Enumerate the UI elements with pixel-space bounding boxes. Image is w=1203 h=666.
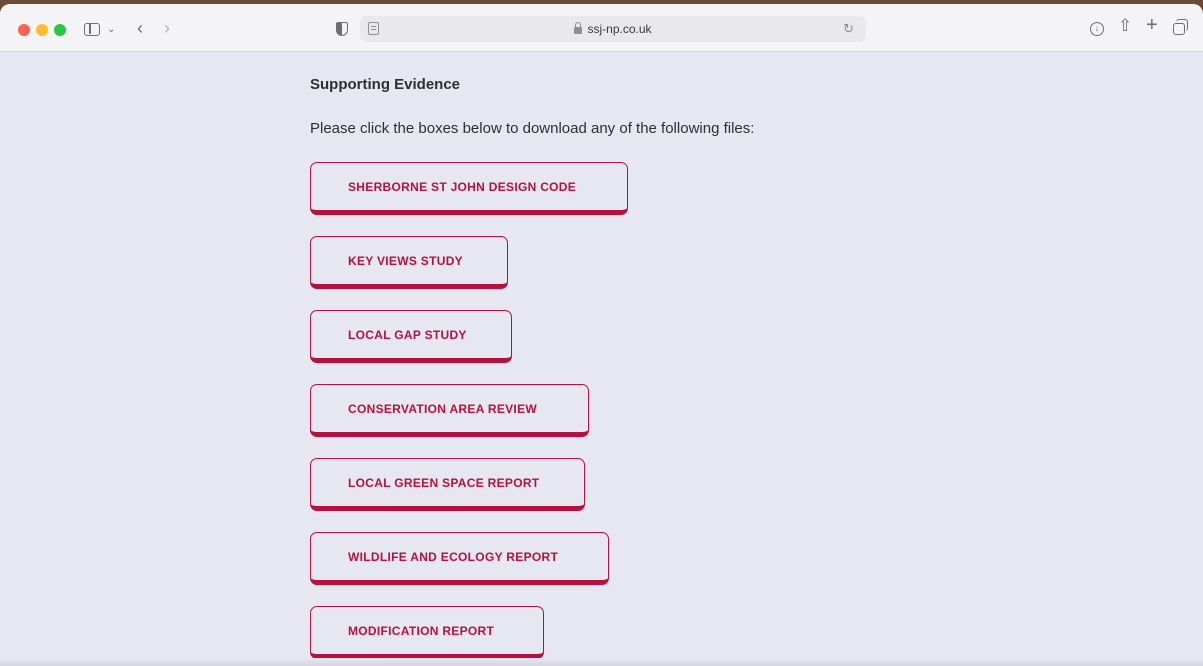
downloads-icon[interactable]: ↓ [1090, 22, 1104, 36]
address-bar[interactable]: ssj-np.co.uk ↻ [360, 16, 866, 42]
forward-button[interactable]: › [164, 19, 170, 37]
lock-icon [574, 21, 583, 34]
zoom-window-button[interactable] [54, 24, 66, 36]
browser-toolbar: ⌄ ‹ › ssj-np.co.uk ↻ ↓ ⇧ + [0, 4, 1203, 52]
section-heading: Supporting Evidence [310, 76, 461, 93]
wildlife-ecology-report-button[interactable]: WILDLIFE AND ECOLOGY REPORT [310, 532, 609, 585]
reload-icon[interactable]: ↻ [843, 21, 854, 37]
key-views-study-button[interactable]: KEY VIEWS STUDY [310, 236, 508, 289]
back-button[interactable]: ‹ [137, 19, 143, 37]
url-display[interactable]: ssj-np.co.uk [360, 16, 866, 42]
local-gap-study-button[interactable]: LOCAL GAP STUDY [310, 310, 512, 363]
sidebar-toggle-icon[interactable] [84, 23, 100, 36]
browser-window: ⌄ ‹ › ssj-np.co.uk ↻ ↓ ⇧ + Supporting Ev… [0, 4, 1203, 666]
minimize-window-button[interactable] [36, 24, 48, 36]
share-icon[interactable]: ⇧ [1118, 17, 1132, 34]
url-text: ssj-np.co.uk [587, 22, 652, 36]
design-code-button[interactable]: SHERBORNE ST JOHN DESIGN CODE [310, 162, 628, 215]
chevron-down-icon[interactable]: ⌄ [107, 22, 115, 38]
tab-overview-icon[interactable] [1173, 19, 1188, 35]
page-bottom-shadow [0, 658, 1203, 666]
page-content: Supporting Evidence Please click the box… [0, 52, 1203, 666]
new-tab-icon[interactable]: + [1146, 15, 1158, 35]
conservation-area-review-button[interactable]: CONSERVATION AREA REVIEW [310, 384, 589, 437]
close-window-button[interactable] [18, 24, 30, 36]
local-green-space-report-button[interactable]: LOCAL GREEN SPACE REPORT [310, 458, 585, 511]
intro-text: Please click the boxes below to download… [310, 120, 755, 137]
modification-report-button[interactable]: MODIFICATION REPORT [310, 606, 544, 659]
privacy-shield-icon[interactable] [336, 22, 348, 36]
